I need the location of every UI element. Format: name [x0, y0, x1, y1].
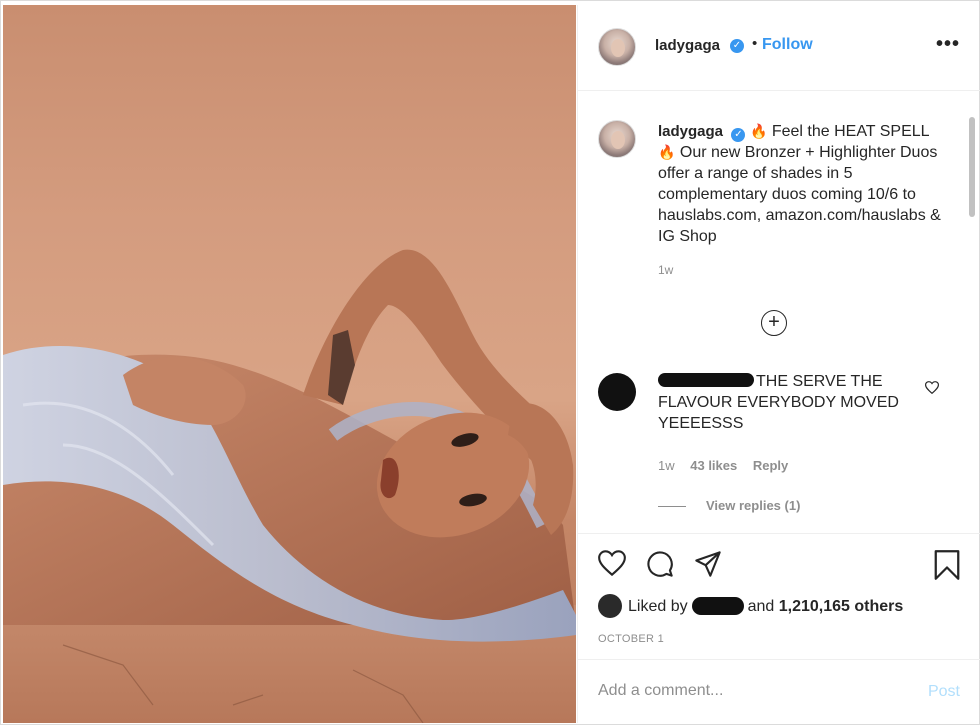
comment-likes[interactable]: 43 likes — [690, 458, 737, 473]
share-icon[interactable] — [694, 550, 722, 578]
post-header: ladygaga ✓ • Follow ••• — [578, 5, 980, 91]
verified-icon: ✓ — [730, 39, 744, 53]
caption-username[interactable]: ladygaga — [658, 123, 723, 140]
liker-username-redacted[interactable] — [691, 597, 744, 615]
flame-emoji: 🔥 — [749, 123, 768, 139]
liked-by-prefix: Liked by — [628, 598, 688, 615]
post-photo[interactable] — [3, 5, 576, 723]
author-username[interactable]: ladygaga — [655, 37, 720, 54]
caption-line-2: Our new Bronzer + Highlighter Duos offer… — [658, 144, 941, 245]
follow-button[interactable]: Follow — [762, 36, 813, 54]
view-replies-button[interactable]: View replies (1) — [658, 498, 800, 513]
plus-circle-icon[interactable]: + — [761, 310, 787, 336]
caption-timestamp[interactable]: 1w — [658, 263, 673, 277]
header-separator: • — [752, 35, 758, 52]
post-side-panel: ladygaga ✓ • Follow ••• ladygaga ✓ 🔥 Fee… — [577, 5, 980, 723]
liker-avatar-redacted[interactable] — [598, 594, 622, 618]
scrollbar-thumb[interactable] — [969, 117, 975, 217]
comments-scroll-area[interactable]: ladygaga ✓ 🔥 Feel the HEAT SPELL 🔥 Our n… — [578, 92, 980, 532]
comment-text: THE SERVE THE FLAVOUR EVERYBODY MOVED YE… — [658, 373, 899, 432]
post-date[interactable]: OCTOBER 1 — [598, 633, 664, 645]
view-replies-line — [658, 506, 686, 508]
view-replies-label[interactable]: View replies (1) — [706, 498, 800, 513]
add-comment-input[interactable] — [598, 680, 898, 702]
bookmark-icon[interactable] — [934, 550, 960, 580]
liked-by-summary: Liked by and 1,210,165 others — [598, 594, 903, 618]
author-avatar[interactable] — [598, 28, 636, 66]
caption-author-avatar[interactable] — [598, 120, 636, 158]
more-options-icon[interactable]: ••• — [936, 33, 960, 56]
comment-timestamp[interactable]: 1w — [658, 458, 675, 473]
post-comment-button[interactable]: Post — [928, 683, 960, 701]
reply-button[interactable]: Reply — [753, 458, 788, 473]
heart-icon[interactable] — [598, 550, 626, 576]
flame-emoji: 🔥 — [658, 144, 676, 160]
post-actions: Liked by and 1,210,165 others OCTOBER 1 — [578, 533, 980, 659]
post-photo-illustration — [3, 249, 576, 723]
likes-count-link[interactable]: 1,210,165 others — [779, 598, 904, 615]
liked-by-and: and — [747, 598, 775, 615]
caption-text: ladygaga ✓ 🔥 Feel the HEAT SPELL 🔥 Our n… — [658, 121, 948, 247]
caption-line-1: Feel the HEAT SPELL — [771, 123, 929, 140]
comment-icon[interactable] — [646, 550, 674, 578]
verified-icon: ✓ — [731, 128, 746, 142]
comment-like-heart-icon[interactable] — [925, 381, 939, 394]
instagram-post-window: ladygaga ✓ • Follow ••• ladygaga ✓ 🔥 Fee… — [0, 0, 980, 725]
commenter-avatar-redacted[interactable] — [598, 373, 636, 411]
add-comment-bar: Post — [578, 659, 980, 723]
comment-meta: 1w 43 likes Reply — [658, 458, 800, 473]
